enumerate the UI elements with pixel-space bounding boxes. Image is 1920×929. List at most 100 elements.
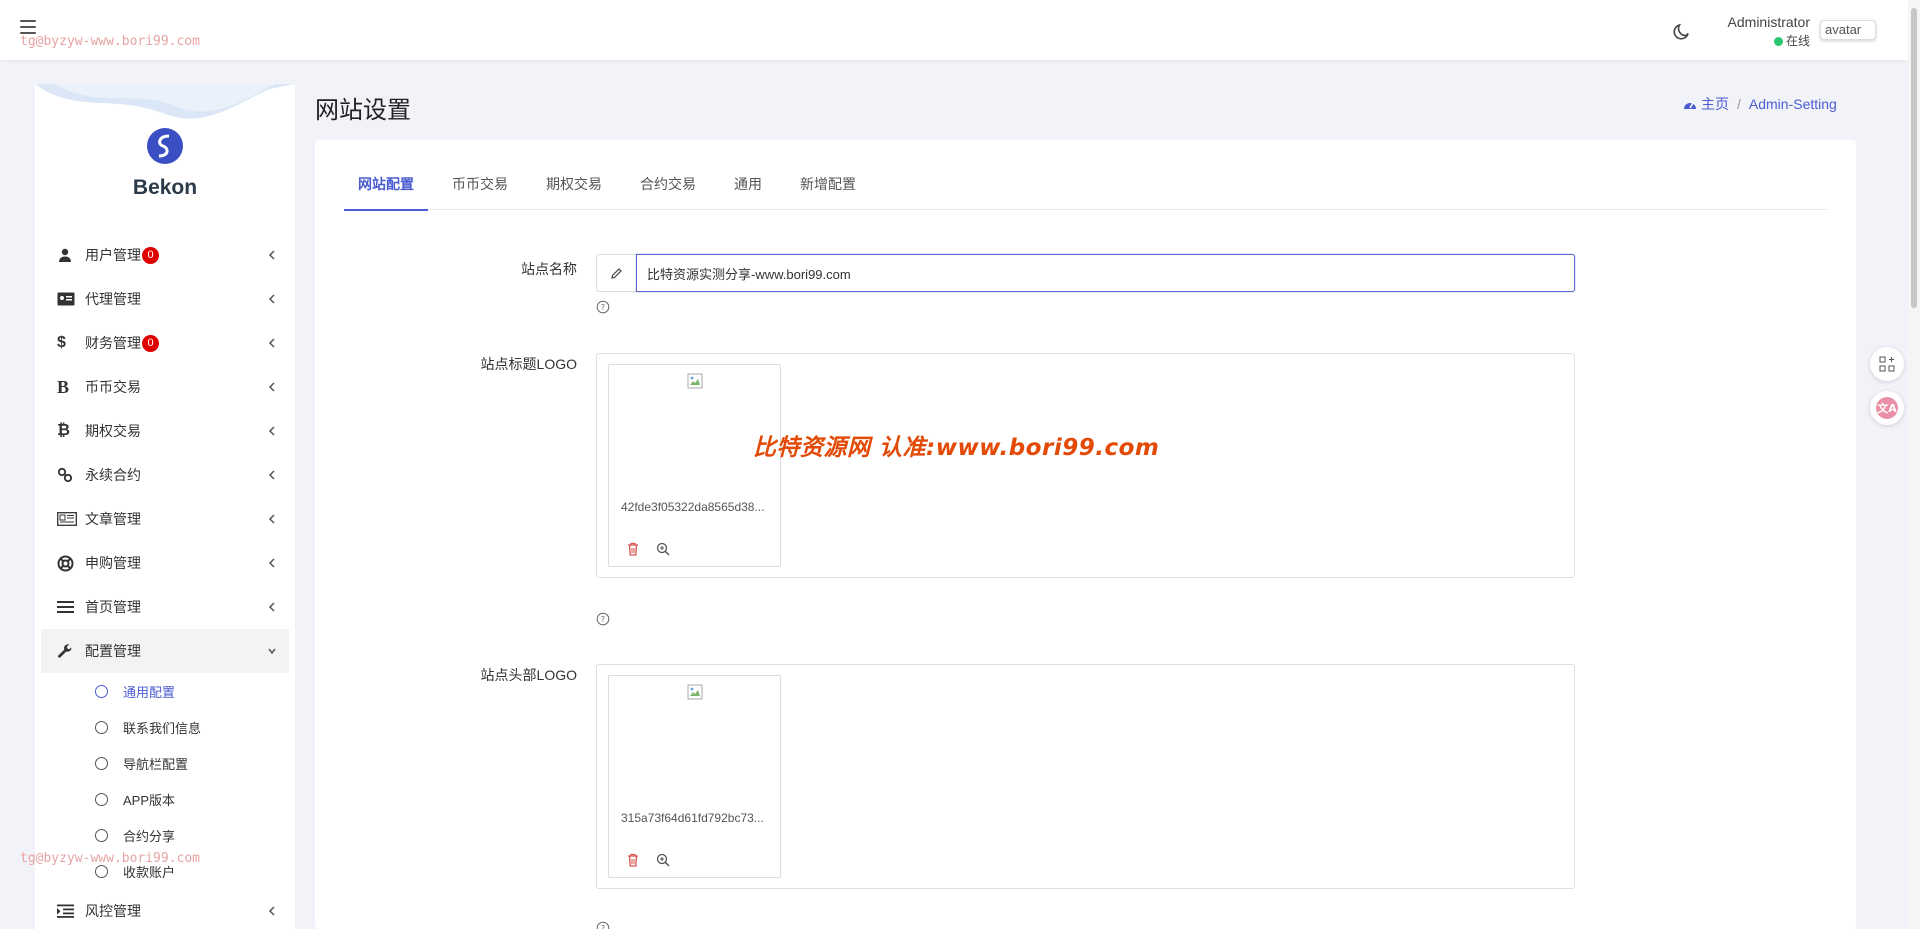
page-scrollbar[interactable] (1908, 0, 1920, 929)
sidebar-subitem-contact[interactable]: 联系我们信息 (41, 709, 289, 745)
sidebar-item-label: 首页管理 (85, 599, 141, 615)
svg-text:?: ? (601, 303, 605, 312)
sidebar-item-finance[interactable]: $ 财务管理 0 (41, 321, 289, 365)
chevron-left-icon (268, 470, 275, 480)
tab-new-config[interactable]: 新增配置 (786, 158, 870, 210)
life-ring-icon (57, 553, 85, 573)
scrollbar-thumb[interactable] (1911, 8, 1917, 308)
svg-text:文A: 文A (1877, 401, 1897, 415)
chevron-left-icon (268, 514, 275, 524)
link-icon (57, 465, 85, 485)
top-navbar: tg@byzyw-www.bori99.com Administrator 在线… (0, 0, 1908, 60)
sidebar-item-label: 永续合约 (85, 467, 141, 483)
chevron-left-icon (268, 558, 275, 568)
wrench-icon (57, 641, 85, 661)
chevron-left-icon (268, 426, 275, 436)
settings-tabs: 网站配置 币币交易 期权交易 合约交易 通用 新增配置 (344, 158, 1827, 211)
chevron-left-icon (268, 338, 275, 348)
sidebar-item-articles[interactable]: 文章管理 (41, 497, 289, 541)
sidebar-item-label: 期权交易 (85, 423, 141, 439)
tab-options-trading[interactable]: 期权交易 (532, 158, 616, 210)
sidebar-item-label: 申购管理 (85, 555, 141, 571)
brand-logo-icon (147, 128, 183, 164)
site-name-group (596, 254, 1575, 292)
bold-b-icon: B (57, 376, 70, 397)
header-logo-actions (625, 852, 671, 868)
svg-text:?: ? (601, 615, 605, 624)
circle-icon (95, 756, 108, 770)
trash-icon[interactable] (625, 541, 641, 557)
sidebar-item-user[interactable]: 用户管理 0 (41, 233, 289, 277)
user-status: 在线 (1700, 32, 1810, 49)
translate-button[interactable]: 文A (1870, 391, 1904, 425)
circle-icon (95, 720, 108, 734)
bitcoin-icon: ₿ (57, 422, 71, 439)
svg-text:?: ? (601, 924, 605, 929)
circle-icon (95, 792, 108, 806)
sidebar-subitem-app-version[interactable]: APP版本 (41, 781, 289, 817)
sidebar: Bekon 用户管理 0 代理管理 $ 财务管理 0 B 币币交易 ₿ 期权交易… (35, 84, 295, 929)
sidebar-subitem-general-config[interactable]: 通用配置 (41, 673, 289, 709)
header-logo-upload[interactable]: 315a73f64d61fd792bc73... (596, 664, 1575, 889)
sidebar-item-label: 财务管理 (85, 335, 141, 351)
dashboard-icon (1684, 102, 1696, 109)
breadcrumb: 主页 / Admin-Setting (1683, 94, 1837, 114)
brand-name: Bekon (132, 176, 198, 199)
circle-icon (95, 864, 108, 878)
sidebar-subitem-label: 合约分享 (123, 828, 176, 844)
circle-icon (95, 684, 108, 698)
avatar[interactable]: avatar (1820, 20, 1876, 40)
user-info[interactable]: Administrator 在线 (1700, 14, 1810, 49)
zoom-in-icon[interactable] (655, 852, 671, 868)
sidebar-item-config[interactable]: 配置管理 (41, 629, 289, 673)
chevron-left-icon (268, 382, 275, 392)
user-badge: 0 (142, 246, 159, 264)
sidebar-item-label: 文章管理 (85, 511, 141, 527)
header-logo-label: 站点头部LOGO (480, 667, 577, 683)
trash-icon[interactable] (625, 852, 641, 868)
help-icon[interactable]: ? (596, 921, 610, 929)
help-icon[interactable]: ? (596, 612, 610, 626)
sidebar-item-spot-trading[interactable]: B 币币交易 (41, 365, 289, 409)
tab-contract-trading[interactable]: 合约交易 (626, 158, 710, 210)
bars-icon (57, 597, 85, 617)
online-dot-icon (1773, 37, 1783, 46)
breadcrumb-current: Admin-Setting (1748, 96, 1837, 112)
pencil-icon (596, 254, 636, 292)
site-name-input[interactable] (636, 254, 1575, 292)
top-watermark: tg@byzyw-www.bori99.com (20, 34, 201, 49)
help-icon[interactable]: ? (596, 300, 610, 314)
id-card-icon (57, 289, 85, 309)
broken-image-icon (687, 684, 703, 700)
chevron-left-icon (268, 294, 275, 304)
dark-mode-moon-icon[interactable] (1672, 21, 1692, 41)
add-widget-button[interactable] (1870, 347, 1904, 381)
sidebar-watermark: tg@byzyw-www.bori99.com (20, 851, 201, 866)
site-name-label: 站点名称 (521, 261, 577, 277)
sidebar-item-perpetual[interactable]: 永续合约 (41, 453, 289, 497)
chevron-left-icon (268, 602, 275, 612)
sidebar-item-homepage[interactable]: 首页管理 (41, 585, 289, 629)
zoom-in-icon[interactable] (655, 541, 671, 557)
breadcrumb-home[interactable]: 主页 (1701, 94, 1729, 114)
tab-site-config[interactable]: 网站配置 (344, 158, 428, 211)
user-name: Administrator (1727, 14, 1810, 30)
overlay-watermark: 比特资源网 认准:www.bori99.com (753, 435, 1160, 461)
user-secret-icon (57, 245, 85, 265)
settings-card: 网站配置 币币交易 期权交易 合约交易 通用 新增配置 站点名称 ? 站点标题L… (315, 140, 1856, 929)
sidebar-menu: 用户管理 0 代理管理 $ 财务管理 0 B 币币交易 ₿ 期权交易 永续合约 … (41, 233, 289, 929)
sidebar-item-agent[interactable]: 代理管理 (41, 277, 289, 321)
sidebar-item-risk-control[interactable]: 风控管理 (41, 889, 289, 929)
hamburger-menu-icon[interactable] (20, 20, 36, 34)
user-status-text: 在线 (1785, 34, 1810, 48)
title-logo-upload[interactable]: 42fde3f05322da8565d38... (596, 353, 1575, 578)
tab-general[interactable]: 通用 (720, 158, 776, 210)
sidebar-item-subscription[interactable]: 申购管理 (41, 541, 289, 585)
sidebar-item-options-trading[interactable]: ₿ 期权交易 (41, 409, 289, 453)
header-logo-filename: 315a73f64d61fd792bc73... (621, 811, 764, 825)
sidebar-subitem-label: 通用配置 (123, 684, 176, 700)
chevron-down-icon (268, 648, 276, 655)
tab-spot-trading[interactable]: 币币交易 (438, 158, 522, 210)
sidebar-subitem-contract-share[interactable]: 合约分享 (41, 817, 289, 853)
sidebar-subitem-navbar-config[interactable]: 导航栏配置 (41, 745, 289, 781)
